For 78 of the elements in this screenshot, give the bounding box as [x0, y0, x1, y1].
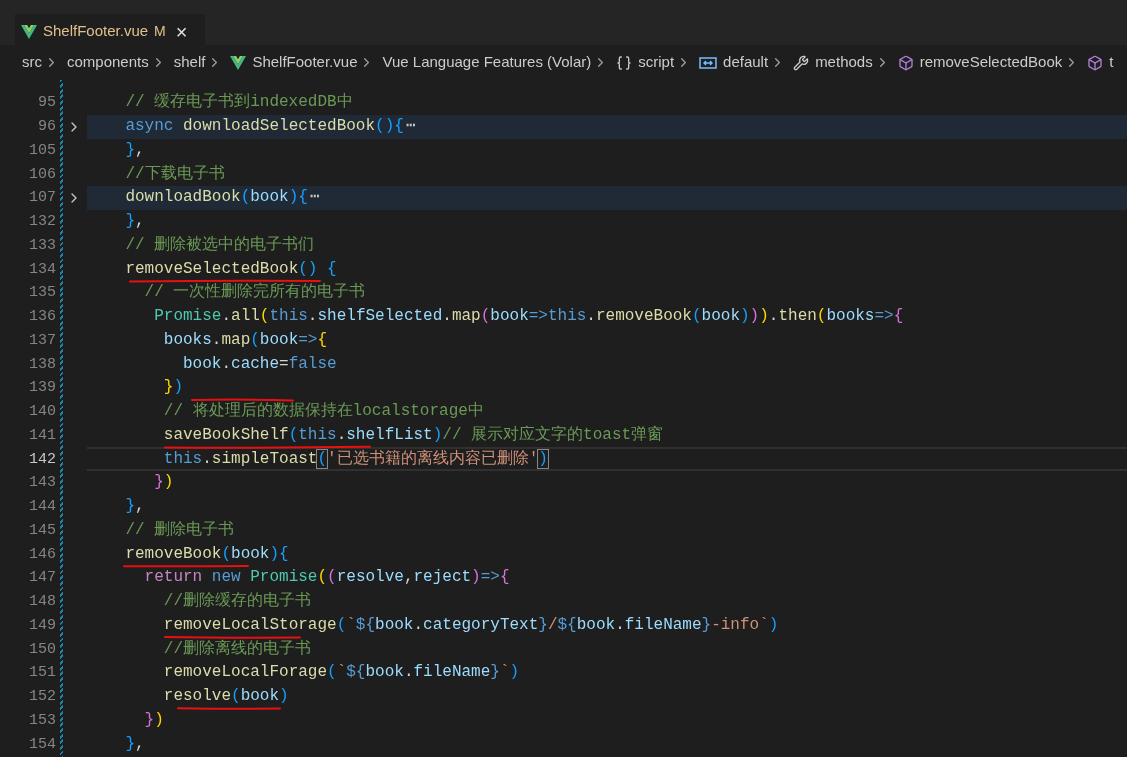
line-number: 144	[28, 497, 56, 517]
cube-icon	[897, 54, 914, 71]
line-number: 107	[28, 188, 56, 208]
code-line: books.map(book=>{	[162, 330, 328, 350]
braces-icon	[616, 54, 633, 71]
breadcrumb-item[interactable]: removeSelectedBook	[919, 51, 1063, 74]
breadcrumb-item[interactable]: ShelfFooter.vue	[252, 51, 358, 74]
code-line: removeLocalForage(`${book.fileName}`)	[162, 663, 520, 683]
line-number: 142	[28, 449, 56, 469]
line-number: 139	[28, 378, 56, 398]
code-line: async downloadSelectedBook(){	[124, 117, 404, 137]
line-number: 141	[28, 425, 56, 445]
code-line: removeBook(book){	[124, 544, 289, 564]
code-line: },	[124, 212, 145, 232]
line-number: 146	[28, 544, 56, 564]
code-line: downloadBook(book){	[124, 188, 308, 208]
code-line: Promise.all(this.shelfSelected.map(book=>this.removeBook(book))).then(books=>{	[153, 307, 904, 327]
vue-logo-icon	[21, 24, 37, 39]
breadcrumb-item[interactable]: src	[22, 51, 42, 74]
breadcrumb-item[interactable]: shelf	[173, 51, 206, 74]
breadcrumb-item[interactable]: Vue Language Features (Volar)	[382, 51, 592, 74]
code-line: //删除缓存的电子书	[162, 592, 311, 612]
line-number: 140	[28, 402, 56, 422]
breadcrumb-item[interactable]: methods	[815, 51, 873, 74]
code-line: // 删除被选中的电子书们	[124, 235, 315, 255]
close-button[interactable]: ×	[175, 21, 188, 42]
line-number: 96	[37, 117, 56, 137]
code-line: book.cache=false	[182, 354, 337, 374]
code-line: removeLocalStorage(`${book.categoryText}/${book.fileName}-info`)	[162, 615, 779, 635]
line-number: 95	[37, 93, 56, 113]
code-line: },	[124, 497, 145, 517]
code-line: // 删除电子书	[124, 520, 235, 540]
code-line: // 一次性删除完所有的电子书	[143, 283, 366, 303]
line-number: 135	[28, 283, 56, 303]
code-line: return new Promise((resolve,reject)=>{	[143, 568, 510, 588]
code-line: //删除离线的电子书	[162, 639, 311, 659]
code-line: })	[143, 710, 164, 730]
line-number: 105	[28, 140, 56, 160]
breadcrumb-item[interactable]: script	[638, 51, 675, 74]
line-number: 152	[28, 687, 56, 707]
tab-title: ShelfFooter.vue	[43, 21, 149, 42]
code-line: })	[162, 378, 184, 398]
modified-status: M	[154, 22, 166, 41]
code-line: saveBookShelf(this.shelfList)// 展示对应文字的toast弹窗	[162, 425, 664, 445]
code-line: },	[124, 734, 145, 754]
code-line: // 缓存电子书到indexedDB中	[124, 93, 353, 113]
line-number: 145	[28, 520, 56, 540]
folded-ellipsis[interactable]: ⋯	[405, 117, 416, 137]
code-line: removeSelectedBook() {	[124, 259, 337, 279]
code-line: this.simpleToast('已选书籍的离线内容已删除')	[162, 449, 548, 469]
breadcrumb-item[interactable]: components	[67, 51, 149, 74]
wrench-icon	[793, 54, 810, 71]
line-number: 154	[28, 734, 56, 754]
code-line: resolve(book)	[162, 687, 289, 707]
line-number: 136	[28, 307, 56, 327]
code-line: },	[124, 140, 145, 160]
breadcrumb-item[interactable]: t	[1109, 51, 1114, 74]
line-number: 150	[28, 639, 56, 659]
code-line: // 将处理后的数据保持在localstorage中	[162, 402, 484, 422]
line-number: 153	[28, 710, 56, 730]
folded-ellipsis[interactable]: ⋯	[309, 188, 320, 208]
cube-icon	[1087, 54, 1104, 71]
line-number: 143	[28, 473, 56, 493]
line-number: 134	[28, 259, 56, 279]
line-number: 138	[28, 354, 56, 374]
line-number: 137	[28, 330, 56, 350]
line-number: 151	[28, 663, 56, 683]
line-number: 149	[28, 615, 56, 635]
code-line: })	[153, 473, 174, 493]
code-line: //下载电子书	[124, 164, 225, 184]
line-number: 106	[28, 164, 56, 184]
breadcrumb-item[interactable]: default	[723, 51, 769, 74]
line-number: 148	[28, 592, 56, 612]
line-number: 133	[28, 235, 56, 255]
vue-logo-icon	[230, 55, 247, 70]
line-number: 147	[28, 568, 56, 588]
line-number: 132	[28, 212, 56, 232]
module-icon	[699, 55, 718, 70]
